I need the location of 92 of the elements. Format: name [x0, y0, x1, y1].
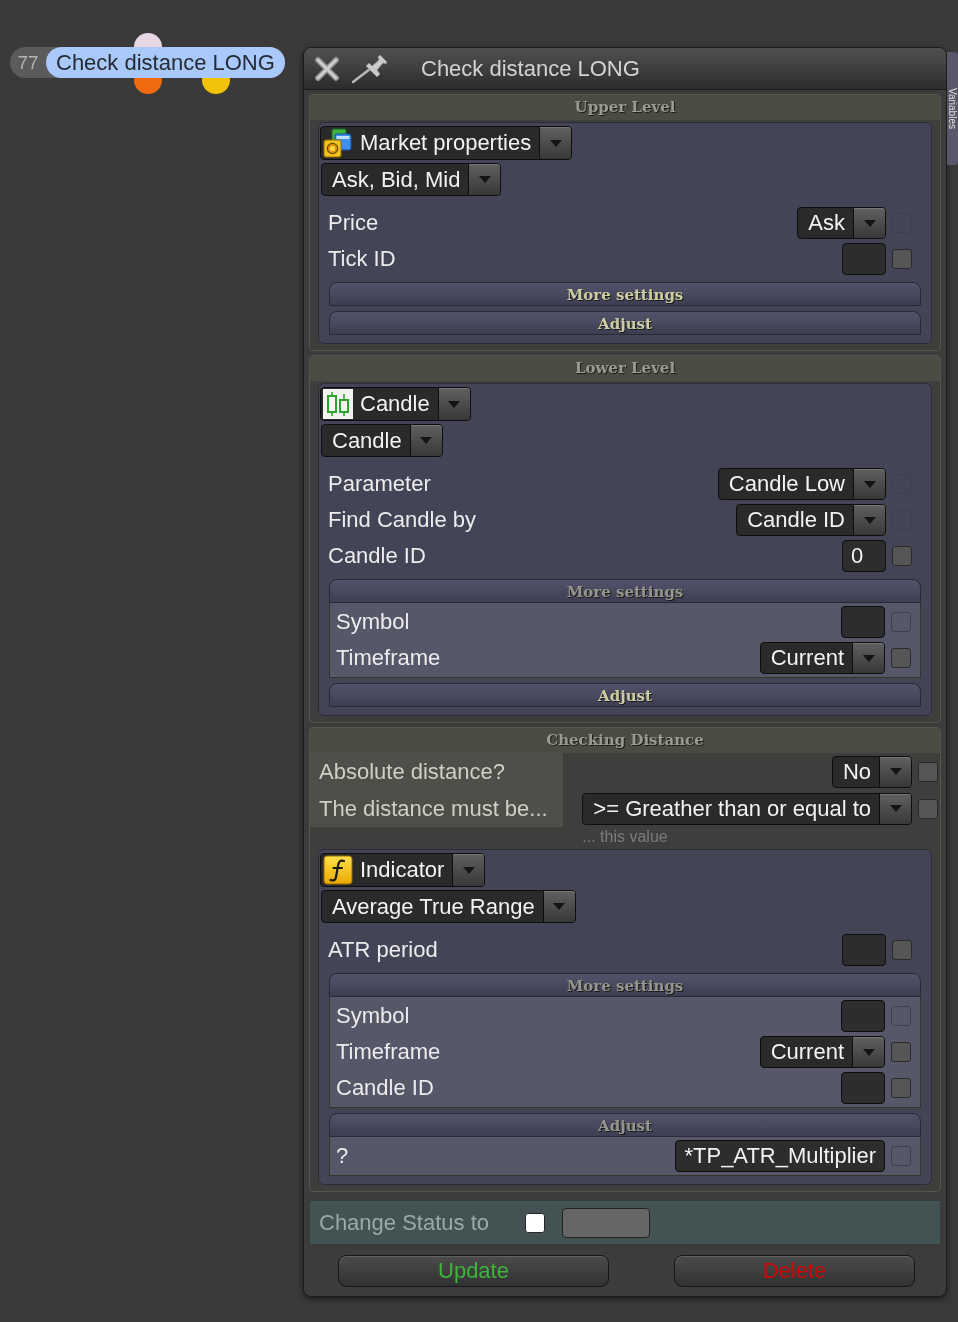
dropdown[interactable]: No — [831, 755, 912, 788]
param-label: Candle ID — [328, 543, 427, 569]
param-label: Price — [328, 210, 380, 236]
dropdown-toggle[interactable] — [879, 793, 911, 824]
hint-text: ... this value — [582, 828, 668, 845]
input-field[interactable] — [841, 1000, 885, 1032]
money-cards-icon — [323, 128, 353, 158]
param-label: Timeframe — [336, 645, 442, 671]
caret-icon — [462, 866, 475, 874]
param-label: Timeframe — [336, 1039, 442, 1065]
caret-icon — [448, 400, 461, 408]
dropdown-toggle[interactable] — [437, 388, 470, 420]
dropdown[interactable]: Average True Range — [321, 890, 576, 923]
param-label: Tick ID — [328, 246, 397, 272]
dropdown-toggle[interactable] — [409, 425, 442, 456]
dropdown-toggle[interactable] — [879, 756, 911, 787]
dropdown-toggle[interactable] — [539, 127, 572, 159]
dropdown-toggle[interactable] — [852, 1037, 884, 1067]
dropdown-toggle[interactable] — [542, 891, 575, 922]
dropdown[interactable]: Candle Low — [717, 468, 886, 500]
pin-icon[interactable] — [350, 53, 390, 84]
dropdown[interactable]: Ask, Bid, Mid — [321, 163, 502, 196]
caret-icon — [478, 176, 491, 183]
window-title: Check distance LONG — [421, 55, 640, 82]
candlestick-icon — [323, 389, 353, 419]
dropdown-toggle[interactable] — [853, 469, 885, 499]
param-label: Candle ID — [336, 1075, 435, 1101]
caret-icon — [863, 219, 876, 227]
side-tab[interactable]: Variables — [947, 52, 958, 165]
status-input-field[interactable] — [562, 1207, 650, 1238]
dropdown-toggle[interactable] — [452, 854, 485, 886]
dropdown[interactable]: Current — [759, 1036, 885, 1068]
collapsible-header[interactable]: Adjust — [329, 311, 921, 335]
checkbox[interactable] — [918, 761, 938, 782]
dropdown[interactable]: Market properties — [320, 126, 573, 160]
input-field[interactable]: 0 — [842, 540, 886, 572]
field-label: Absolute distance? — [318, 758, 506, 786]
caret-icon — [863, 480, 876, 488]
checkbox[interactable] — [891, 1078, 911, 1098]
dropdown[interactable]: Candle — [321, 424, 443, 457]
section-header: Lower Level — [310, 356, 940, 381]
checkbox[interactable] — [892, 249, 912, 269]
update-button[interactable]: Update — [338, 1255, 609, 1287]
close-icon[interactable] — [314, 55, 340, 82]
dropdown[interactable]: Indicator — [320, 853, 486, 887]
dropdown[interactable]: Candle ID — [736, 504, 886, 536]
caret-icon — [862, 1048, 875, 1056]
caret-icon — [889, 768, 902, 775]
param-label: Symbol — [336, 609, 411, 635]
collapsible-header[interactable]: More settings — [329, 282, 921, 306]
checkbox[interactable] — [891, 648, 911, 668]
checkbox[interactable] — [891, 1042, 911, 1062]
dropdown-toggle[interactable] — [853, 505, 885, 535]
node-title: Check distance LONG — [46, 47, 285, 78]
checkbox[interactable] — [918, 798, 938, 819]
param-label: Parameter — [328, 471, 432, 497]
connector-icon[interactable] — [202, 78, 230, 94]
input-field[interactable]: *TP_ATR_Multiplier — [675, 1140, 885, 1172]
checkbox[interactable] — [892, 546, 912, 566]
section-header: Upper Level — [310, 95, 940, 120]
param-label: ATR period — [328, 937, 439, 963]
caret-icon — [889, 805, 902, 812]
node-pill[interactable]: 77 Check distance LONG — [10, 47, 285, 78]
input-field[interactable] — [841, 1072, 885, 1104]
checkbox[interactable] — [892, 940, 912, 960]
dropdown-toggle[interactable] — [468, 164, 501, 195]
caret-icon — [549, 139, 562, 147]
connector-icon[interactable] — [134, 33, 162, 47]
field-label: The distance must be... — [318, 795, 549, 823]
dropdown[interactable]: Candle — [320, 387, 471, 421]
dropdown[interactable]: Current — [759, 642, 885, 674]
input-field[interactable] — [842, 934, 886, 966]
status-label: Change Status to — [319, 1209, 490, 1236]
dropdown[interactable]: >= Greather than or equal to — [582, 792, 912, 825]
dropdown[interactable]: Ask — [797, 207, 886, 239]
connector-icon[interactable] — [134, 78, 162, 94]
caret-icon — [420, 437, 433, 444]
caret-icon — [862, 654, 875, 662]
status-checkbox[interactable] — [525, 1212, 545, 1233]
caret-icon — [863, 516, 876, 524]
param-label: Find Candle by — [328, 507, 477, 533]
collapsible-header[interactable]: Adjust — [329, 683, 921, 707]
node-number: 77 — [16, 51, 40, 74]
input-field[interactable] — [842, 243, 886, 275]
function-icon — [323, 855, 353, 885]
dropdown-toggle[interactable] — [852, 643, 884, 673]
section-header: Checking Distance — [310, 728, 940, 753]
dropdown-toggle[interactable] — [853, 208, 885, 238]
param-label: Symbol — [336, 1003, 411, 1029]
input-field[interactable] — [841, 606, 885, 638]
param-label: ? — [336, 1143, 350, 1169]
caret-icon — [553, 903, 566, 910]
